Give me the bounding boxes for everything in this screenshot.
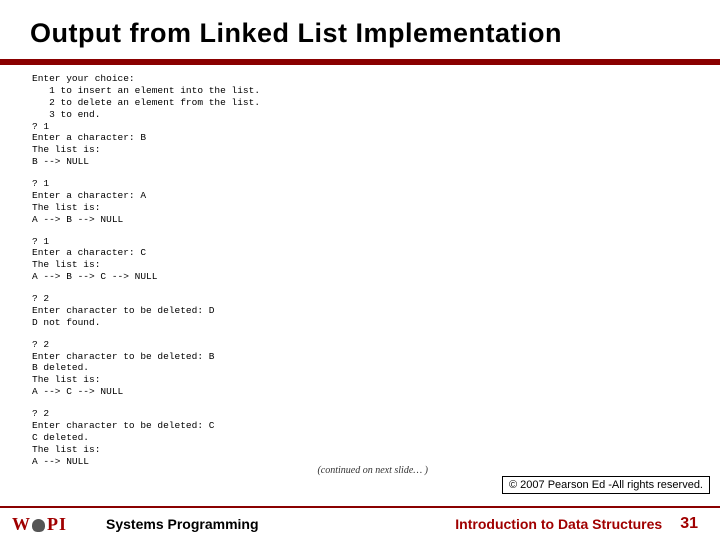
page-number: 31 (680, 515, 698, 533)
output-insertC: ? 1 Enter a character: C The list is: A … (32, 236, 688, 284)
output-menu-insertB: Enter your choice: 1 to insert an elemen… (32, 73, 688, 168)
logo-w: W (12, 515, 30, 533)
title-block: Output from Linked List Implementation (0, 0, 720, 59)
output-deleteC: ? 2 Enter character to be deleted: C C d… (32, 408, 688, 467)
output-deleteB: ? 2 Enter character to be deleted: B B d… (32, 339, 688, 398)
footer-topic: Introduction to Data Structures (455, 516, 662, 532)
slide-title: Output from Linked List Implementation (30, 18, 690, 49)
footer-course: Systems Programming (106, 516, 259, 532)
logo-i: I (59, 515, 66, 533)
footer-right: Introduction to Data Structures 31 (455, 515, 698, 533)
output-insertA: ? 1 Enter a character: A The list is: A … (32, 178, 688, 226)
output-deleteD: ? 2 Enter character to be deleted: D D n… (32, 293, 688, 329)
footer-bar: W P I Systems Programming Introduction t… (0, 506, 720, 540)
content-area: Enter your choice: 1 to insert an elemen… (0, 65, 720, 476)
wpi-logo: W P I (12, 515, 66, 533)
copyright-box: © 2007 Pearson Ed -All rights reserved. (502, 476, 710, 494)
continued-label: (continued on next slide… ) (32, 465, 688, 476)
logo-p: P (47, 515, 58, 533)
logo-head-icon (32, 519, 45, 532)
